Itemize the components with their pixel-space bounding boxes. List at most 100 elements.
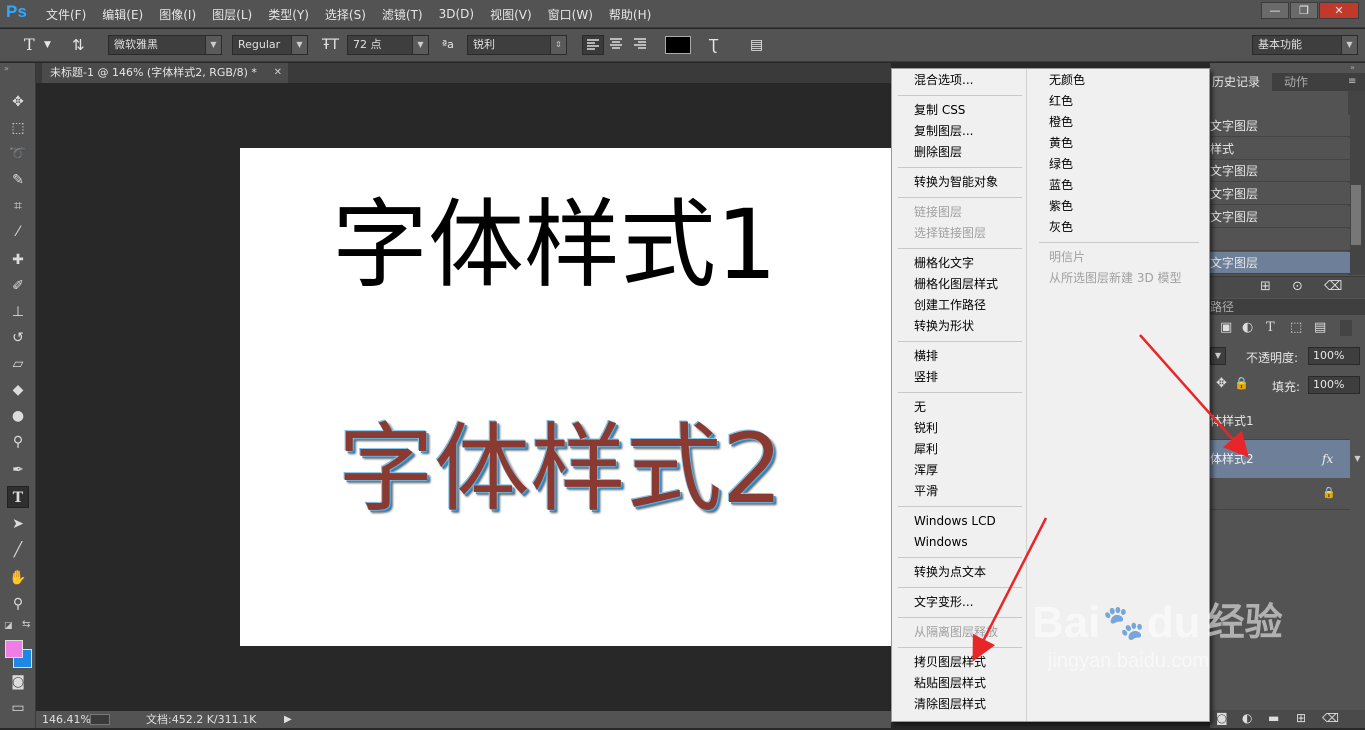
- fill-input[interactable]: 100%: [1308, 376, 1360, 394]
- zoom-level[interactable]: 146.41%: [42, 711, 91, 728]
- fx-icon[interactable]: fx: [1322, 440, 1333, 478]
- menu-item-blue[interactable]: 蓝色: [1049, 175, 1073, 196]
- lasso-tool-icon[interactable]: ➰: [7, 143, 29, 165]
- lock-position-icon[interactable]: ✥: [1216, 376, 1227, 391]
- text-orientation-icon[interactable]: ⇅: [72, 35, 85, 55]
- move-tool-icon[interactable]: ✥: [7, 91, 29, 113]
- dodge-tool-icon[interactable]: ⚲: [7, 431, 29, 453]
- layer-row-1[interactable]: 体样式1: [1210, 402, 1350, 440]
- quick-select-tool-icon[interactable]: ✎: [7, 169, 29, 191]
- menu-item-copy-css[interactable]: 复制 CSS: [914, 100, 965, 121]
- eyedropper-tool-icon[interactable]: ⁄: [7, 221, 29, 243]
- menu-item-blending-options[interactable]: 混合选项...: [914, 70, 973, 91]
- collapse-panels-icon[interactable]: »: [1350, 63, 1365, 73]
- menu-item-clear-layer-style[interactable]: 清除图层样式: [914, 694, 986, 715]
- menu-item-aa-crisp[interactable]: 犀利: [914, 439, 938, 460]
- close-tab-icon[interactable]: ✕: [274, 63, 282, 83]
- expand-effects-icon[interactable]: ▼: [1350, 440, 1365, 478]
- menu-item-aa-sharp[interactable]: 锐利: [914, 418, 938, 439]
- menu-image[interactable]: 图像(I): [151, 6, 204, 23]
- hand-tool-icon[interactable]: ✋: [7, 567, 29, 589]
- menu-item-delete-layer[interactable]: 删除图层: [914, 142, 962, 163]
- menu-item-red[interactable]: 红色: [1049, 91, 1073, 112]
- path-select-tool-icon[interactable]: ➤: [7, 513, 29, 535]
- quick-mask-icon[interactable]: ◙: [7, 671, 29, 693]
- lock-all-icon[interactable]: 🔒: [1234, 376, 1249, 390]
- history-item[interactable]: 文字图层: [1210, 183, 1350, 205]
- history-item[interactable]: 样式: [1210, 138, 1350, 160]
- menu-item-windows[interactable]: Windows: [914, 532, 968, 553]
- tool-preset-dropdown-icon[interactable]: ▼: [44, 35, 51, 55]
- filter-smart-object-icon[interactable]: ▤: [1314, 320, 1326, 335]
- filter-shape-icon[interactable]: ⬚: [1290, 320, 1302, 335]
- type-tool-icon[interactable]: T: [7, 486, 29, 508]
- menu-view[interactable]: 视图(V): [482, 6, 540, 23]
- blend-mode-select[interactable]: ▼: [1210, 347, 1226, 365]
- history-item[interactable]: 文字图层: [1210, 115, 1350, 137]
- menu-layer[interactable]: 图层(L): [204, 6, 260, 23]
- menu-item-duplicate-layer[interactable]: 复制图层...: [914, 121, 973, 142]
- restore-button[interactable]: ❐: [1290, 2, 1318, 19]
- opacity-input[interactable]: 100%: [1308, 347, 1360, 365]
- history-item[interactable]: [1210, 229, 1350, 251]
- align-right-button[interactable]: [630, 35, 652, 55]
- text-color-swatch[interactable]: [665, 36, 691, 54]
- filter-type-icon[interactable]: T: [1266, 320, 1275, 335]
- zoom-tool-icon[interactable]: ⚲: [7, 593, 29, 615]
- warp-text-icon[interactable]: Ʈ: [709, 35, 718, 55]
- layer-row-background[interactable]: 🔒: [1210, 478, 1350, 510]
- menu-item-aa-strong[interactable]: 浑厚: [914, 460, 938, 481]
- filter-toggle[interactable]: [1340, 320, 1352, 336]
- character-panel-icon[interactable]: ▤: [750, 35, 763, 55]
- font-style-select[interactable]: Regular ▼: [232, 35, 308, 55]
- crop-tool-icon[interactable]: ⌗: [7, 195, 29, 217]
- menu-item-paste-layer-style[interactable]: 粘贴图层样式: [914, 673, 986, 694]
- trash-icon[interactable]: ⌫: [1324, 279, 1342, 294]
- minimize-button[interactable]: —: [1261, 2, 1289, 19]
- menu-item-copy-layer-style[interactable]: 拷贝图层样式: [914, 652, 986, 673]
- menu-item-aa-smooth[interactable]: 平滑: [914, 481, 938, 502]
- history-item-selected[interactable]: 文字图层: [1210, 252, 1350, 274]
- actions-tab[interactable]: 动作: [1284, 73, 1308, 91]
- menu-file[interactable]: 文件(F): [38, 6, 94, 23]
- close-button[interactable]: ✕: [1319, 2, 1359, 19]
- menu-help[interactable]: 帮助(H): [601, 6, 659, 23]
- status-menu-arrow-icon[interactable]: ▶: [284, 711, 292, 728]
- healing-brush-tool-icon[interactable]: ✚: [7, 249, 29, 271]
- menu-item-convert-point-text[interactable]: 转换为点文本: [914, 562, 986, 583]
- history-snapshot-row[interactable]: [1210, 91, 1348, 115]
- menu-window[interactable]: 窗口(W): [540, 6, 601, 23]
- workspace-select[interactable]: 基本功能 ▼: [1252, 35, 1358, 55]
- menu-item-rasterize-layer-style[interactable]: 栅格化图层样式: [914, 274, 998, 295]
- text-layer-2[interactable]: 字体样式2: [338, 412, 783, 527]
- history-tab[interactable]: 历史记录: [1210, 73, 1272, 91]
- add-mask-icon[interactable]: ◙: [1216, 711, 1228, 725]
- font-size-select[interactable]: 72 点 ▼: [347, 35, 429, 55]
- menu-item-horizontal[interactable]: 横排: [914, 346, 938, 367]
- adjustment-layer-icon[interactable]: ◐: [1242, 711, 1252, 725]
- collapse-icon[interactable]: »: [4, 64, 9, 73]
- menu-item-vertical[interactable]: 竖排: [914, 367, 938, 388]
- brush-tool-icon[interactable]: ✐: [7, 275, 29, 297]
- new-layer-icon[interactable]: ⊞: [1296, 711, 1306, 725]
- history-item[interactable]: 文字图层: [1210, 160, 1350, 182]
- menu-filter[interactable]: 滤镜(T): [374, 6, 431, 23]
- align-center-button[interactable]: [606, 35, 628, 55]
- screen-mode-icon[interactable]: ▭: [7, 697, 29, 719]
- type-tool-icon[interactable]: T: [24, 35, 35, 55]
- menu-3d[interactable]: 3D(D): [431, 7, 482, 21]
- menu-item-violet[interactable]: 紫色: [1049, 196, 1073, 217]
- menu-select[interactable]: 选择(S): [317, 6, 374, 23]
- line-tool-icon[interactable]: ╱: [7, 539, 29, 561]
- menu-item-windows-lcd[interactable]: Windows LCD: [914, 511, 996, 532]
- antialias-select[interactable]: 锐利 ⇕: [467, 35, 567, 55]
- text-layer-1[interactable]: 字体样式1: [332, 188, 777, 303]
- menu-item-convert-smart-object[interactable]: 转换为智能对象: [914, 172, 998, 193]
- menu-type[interactable]: 类型(Y): [260, 6, 317, 23]
- new-document-icon[interactable]: ⊞: [1260, 279, 1271, 294]
- menu-item-orange[interactable]: 橙色: [1049, 112, 1073, 133]
- history-brush-tool-icon[interactable]: ↺: [7, 327, 29, 349]
- delete-layer-icon[interactable]: ⌫: [1322, 711, 1339, 725]
- menu-item-aa-none[interactable]: 无: [914, 397, 926, 418]
- layer-row-2[interactable]: 体样式2 fx: [1210, 440, 1350, 478]
